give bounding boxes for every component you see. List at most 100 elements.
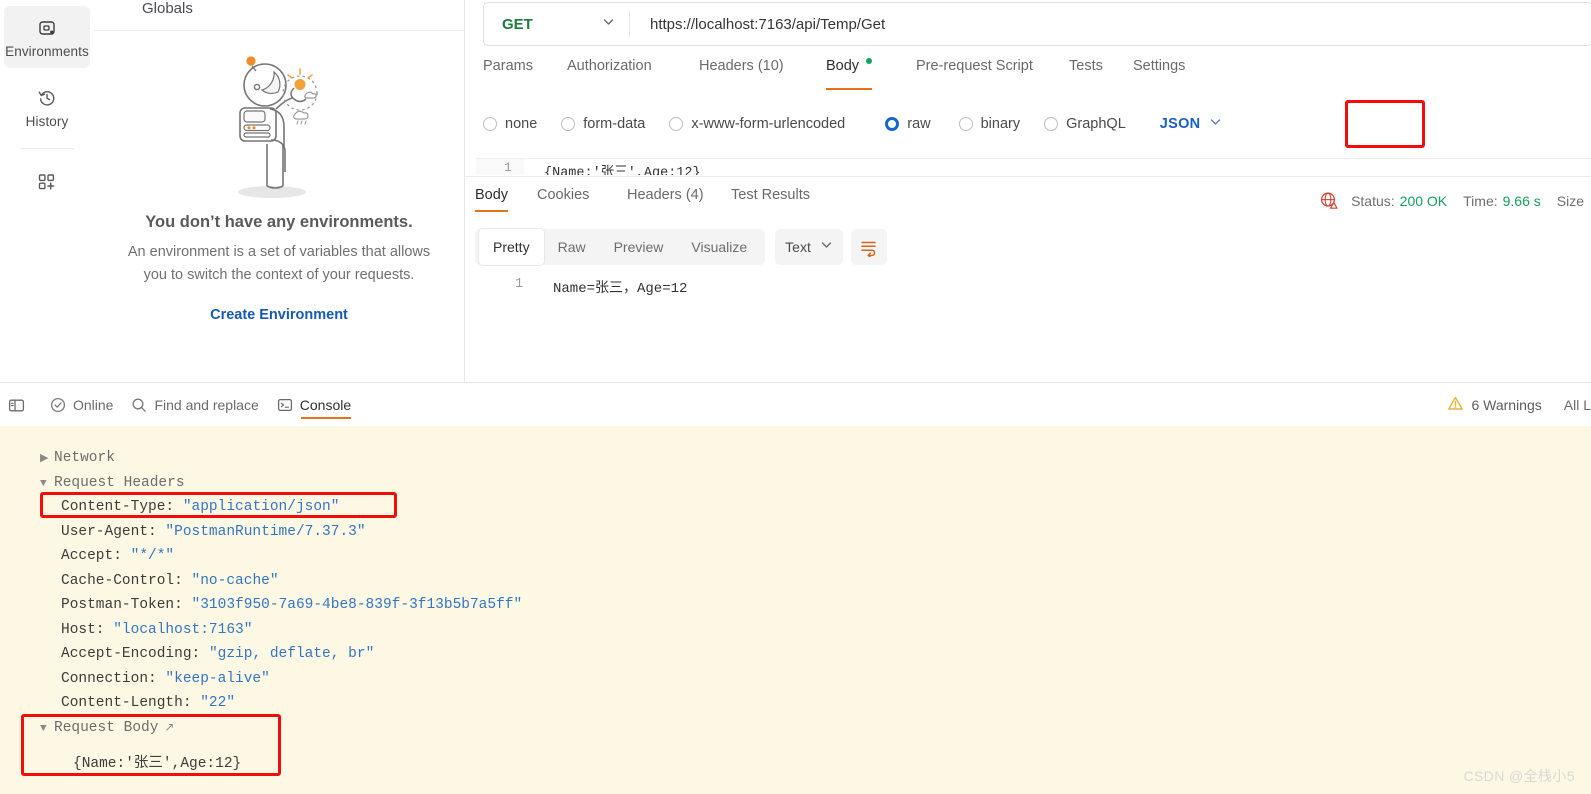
postman-window: Environments History Globals You don’t h…: [0, 0, 1591, 794]
body-format-selector[interactable]: JSON: [1160, 115, 1223, 133]
header-value: "3103f950-7a69-4be8-839f-3f13b5b7a5ff": [191, 597, 523, 613]
radio-label: GraphQL: [1066, 116, 1126, 132]
response-tab-body[interactable]: Body: [475, 187, 509, 212]
response-tab-test-results[interactable]: Test Results: [731, 187, 810, 203]
header-key: Host:: [61, 621, 105, 638]
console-row: Content-Length: "22": [61, 691, 235, 716]
warnings-indicator[interactable]: 6 Warnings: [1447, 395, 1542, 415]
header-key: Accept-Encoding:: [61, 646, 201, 662]
left-rail: Environments History: [0, 0, 95, 382]
radio-label: x-www-form-urlencoded: [691, 116, 846, 132]
view-mode-raw[interactable]: Raw: [544, 229, 600, 265]
response-tab-cookies[interactable]: Cookies: [537, 187, 589, 203]
tab-tests[interactable]: Tests: [1069, 58, 1103, 98]
disclosure-triangle-icon[interactable]: ▶: [40, 447, 54, 472]
radio-label: none: [505, 116, 538, 132]
header-value: "keep-alive": [165, 670, 270, 687]
console-row[interactable]: ▼ Request Body ↗: [40, 716, 174, 741]
sidebar-item-new[interactable]: [4, 158, 90, 206]
request-body-editor[interactable]: 1 {Name:'张三',Age:12}: [476, 158, 1591, 175]
empty-state-subtitle: An environment is a set of variables tha…: [127, 244, 431, 283]
status-value: 200 OK: [1399, 192, 1448, 209]
console-row[interactable]: ▼ Request Headers: [40, 471, 185, 496]
response-meta: Status: 200 OK Time: 9.66 s Size: [1319, 191, 1589, 210]
search-icon: [131, 397, 147, 413]
time-value: 9.66 s: [1502, 192, 1541, 209]
empty-state-title: You don’t have any environments.: [145, 213, 413, 231]
radio-label: form-data: [583, 116, 646, 132]
console-row[interactable]: ▶ Network: [40, 446, 115, 471]
header-value: "localhost:7163": [113, 621, 253, 638]
radio-binary[interactable]: binary: [958, 116, 1021, 132]
sidebar-toggle-icon[interactable]: [8, 397, 32, 414]
tab-label: Settings: [1133, 58, 1186, 74]
status-bar-right: 6 Warnings All L: [1447, 395, 1591, 415]
radio-raw[interactable]: raw: [885, 116, 931, 132]
header-value: "application/json": [182, 499, 340, 515]
console-group-label: Network: [54, 450, 115, 466]
view-mode-visualize[interactable]: Visualize: [677, 229, 761, 265]
tab-body[interactable]: Body: [826, 58, 873, 98]
sidebar-item-environments[interactable]: Environments: [4, 6, 90, 68]
url-input[interactable]: https://localhost:7163/api/Temp/Get: [630, 16, 1591, 33]
create-environment-link[interactable]: Create Environment: [94, 307, 464, 323]
radio-form-data[interactable]: form-data: [561, 116, 645, 132]
method-label: GET: [502, 15, 533, 33]
tab-authorization[interactable]: Authorization: [567, 58, 652, 98]
disclosure-triangle-icon[interactable]: ▼: [40, 472, 54, 497]
radio-indicator: [958, 117, 973, 131]
size-key: Size: [1556, 192, 1584, 209]
url-bar: GET https://localhost:7163/api/Temp/Get: [483, 2, 1591, 46]
console-group-label: Request Headers: [54, 474, 185, 491]
status-bar: Online Find and replace Console 6 Warnin…: [0, 382, 1591, 428]
tab-label: Cookies: [537, 187, 590, 203]
response-body: 1 Name=张三，Age=12: [475, 275, 1591, 355]
response-body-text: Name=张三，Age=12: [553, 281, 688, 297]
radio-indicator: [1044, 117, 1059, 131]
open-external-icon[interactable]: ↗: [164, 721, 174, 735]
radio-label: binary: [980, 116, 1021, 132]
radio-x-www-form-urlencoded[interactable]: x-www-form-urlencoded: [669, 116, 845, 132]
status-key: Status:: [1351, 192, 1395, 209]
editor-code[interactable]: {Name:'张三',Age:12}: [544, 160, 701, 175]
console-row: Accept-Encoding: "gzip, deflate, br": [61, 642, 374, 667]
word-wrap-icon[interactable]: [850, 229, 887, 265]
tab-params[interactable]: Params: [483, 58, 533, 98]
csdn-watermark: CSDN @全栈小5: [1463, 768, 1575, 784]
view-mode-pretty[interactable]: Pretty: [479, 229, 544, 265]
history-clock-icon: [37, 85, 57, 111]
environments-tabrow: Globals: [94, 0, 464, 31]
globe-warning-icon[interactable]: [1319, 191, 1338, 210]
response-pane: Body Cookies Headers (4) Test Results St…: [465, 176, 1591, 383]
tab-pre-request-script[interactable]: Pre-request Script: [916, 58, 1033, 98]
tab-headers[interactable]: Headers (10): [699, 58, 784, 98]
view-mode-preview[interactable]: Preview: [600, 229, 678, 265]
radio-graphql[interactable]: GraphQL: [1044, 116, 1126, 132]
response-format-selector[interactable]: Text: [775, 229, 843, 265]
status-online-label: Online: [73, 397, 114, 413]
header-value: "22": [200, 695, 236, 711]
status-online[interactable]: Online: [50, 397, 113, 413]
console-row: Host: "localhost:7163": [61, 618, 252, 643]
sidebar-item-history[interactable]: History: [4, 76, 90, 138]
console-row: Postman-Token: "3103f950-7a69-4be8-839f-…: [61, 593, 522, 618]
tab-label: Tests: [1069, 58, 1103, 74]
console-panel[interactable]: ▶ Network ▼ Request Headers Content-Type: …: [0, 426, 1591, 794]
console-button[interactable]: Console: [277, 397, 352, 419]
time-key: Time:: [1463, 192, 1498, 209]
find-and-replace-button[interactable]: Find and replace: [131, 397, 259, 413]
radio-none[interactable]: none: [483, 116, 537, 132]
environments-icon: [37, 15, 57, 41]
console-row: Cache-Control: "no-cache": [61, 569, 279, 594]
tab-label: Body: [826, 58, 860, 74]
top-area: Environments History Globals You don’t h…: [0, 0, 1591, 383]
method-selector[interactable]: GET: [484, 15, 629, 33]
response-tab-headers[interactable]: Headers (4): [627, 187, 704, 203]
header-key: Content-Type:: [61, 499, 175, 515]
tab-settings[interactable]: Settings: [1133, 58, 1185, 98]
online-check-icon: [50, 397, 66, 413]
all-logs-label[interactable]: All L: [1564, 397, 1591, 413]
disclosure-triangle-icon[interactable]: ▼: [40, 717, 54, 742]
tab-label: Headers (10): [699, 58, 784, 74]
tab-globals[interactable]: Globals: [142, 0, 193, 17]
